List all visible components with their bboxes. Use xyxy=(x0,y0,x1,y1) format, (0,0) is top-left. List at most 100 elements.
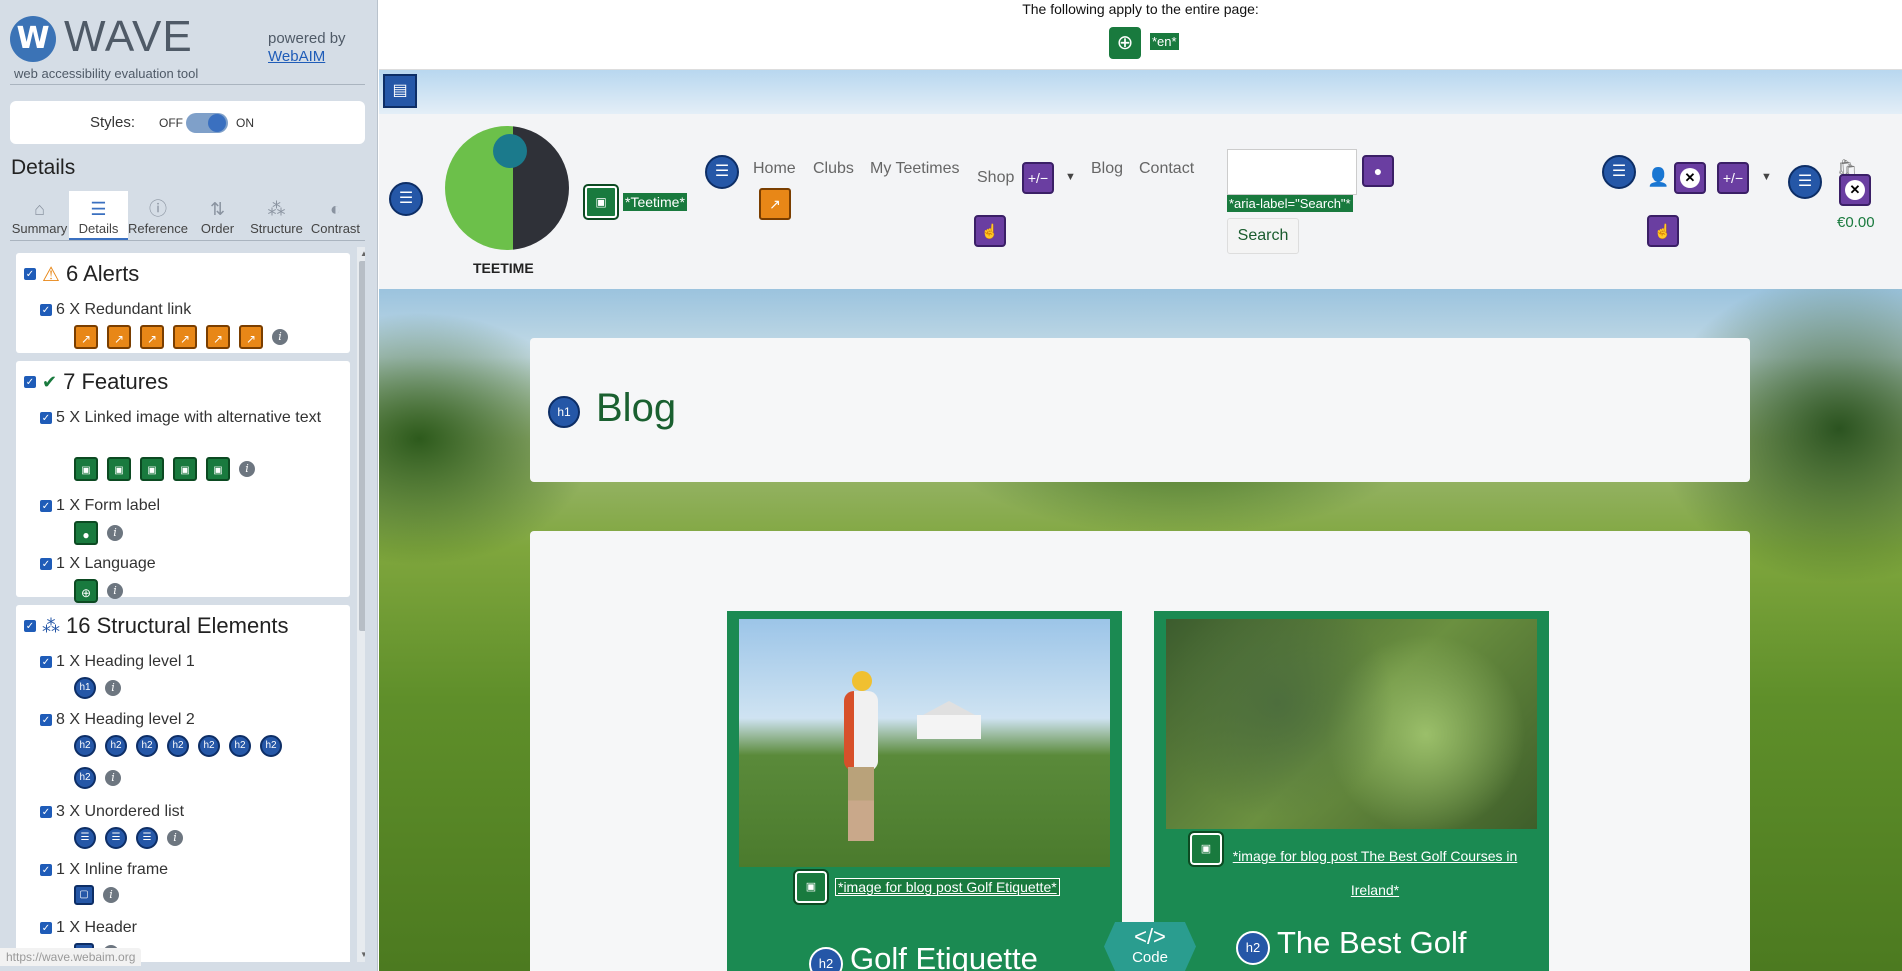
heading-1-icon[interactable]: h1 xyxy=(74,677,96,699)
features-checkbox[interactable]: ✓ xyxy=(24,376,36,388)
linked-image-icon[interactable]: ▣ xyxy=(173,457,197,481)
chevron-down-icon[interactable]: ▼ xyxy=(1065,171,1076,183)
user-icon[interactable]: 👤 xyxy=(1647,167,1669,188)
item-checkbox[interactable]: ✓ xyxy=(40,713,52,726)
cart-total[interactable]: €0.00 xyxy=(1837,214,1875,231)
unordered-list-icon[interactable]: ☰ xyxy=(389,182,423,216)
heading-2-icon[interactable]: h2 xyxy=(74,767,96,789)
scroll-up-arrow[interactable]: ▲ xyxy=(359,249,365,259)
tab-summary[interactable]: ⌂ Summary xyxy=(10,191,69,240)
tab-contrast[interactable]: ◐ Contrast xyxy=(306,191,365,240)
scroll-thumb[interactable] xyxy=(359,261,365,631)
scroll-down-arrow[interactable]: ▼ xyxy=(359,950,365,960)
blog-post-card[interactable]: ▣ *image for blog post Golf Etiquette* h… xyxy=(727,611,1122,971)
details-scrollbar[interactable]: ▲ ▼ xyxy=(357,247,365,962)
unordered-list-icon[interactable]: ☰ xyxy=(74,827,96,849)
info-icon[interactable]: i xyxy=(107,583,123,599)
info-icon[interactable]: i xyxy=(103,887,119,903)
heading-2-icon[interactable]: h2 xyxy=(1236,931,1270,965)
item-checkbox[interactable]: ✓ xyxy=(40,411,52,424)
linked-image-icon[interactable]: ▣ xyxy=(1188,831,1224,867)
redundant-link-icon[interactable]: ↗ xyxy=(206,325,230,349)
post-title[interactable]: The Best Golf xyxy=(1277,925,1467,961)
redundant-link-icon[interactable]: ↗ xyxy=(74,325,98,349)
post-title[interactable]: Golf Etiquette xyxy=(850,941,1038,971)
structure-checkbox[interactable]: ✓ xyxy=(24,620,36,632)
tab-reference[interactable]: ⓘ Reference xyxy=(128,191,188,240)
golfer-image[interactable] xyxy=(739,619,1110,867)
heading-2-icon[interactable]: h2 xyxy=(105,735,127,757)
teetime-logo-icon[interactable] xyxy=(445,126,569,250)
redundant-link-icon[interactable]: ↗ xyxy=(107,325,131,349)
unordered-list-icon[interactable]: ☰ xyxy=(105,827,127,849)
item-checkbox[interactable]: ✓ xyxy=(40,863,52,876)
heading-2-icon[interactable]: h2 xyxy=(136,735,158,757)
heading-2-icon[interactable]: h2 xyxy=(809,947,843,971)
language-globe-icon[interactable]: ⊕ xyxy=(1109,27,1141,59)
heading-2-icon[interactable]: h2 xyxy=(229,735,251,757)
unordered-list-icon[interactable]: ☰ xyxy=(1602,155,1636,189)
linked-image-icon[interactable]: ▣ xyxy=(583,184,619,220)
linked-image-icon[interactable]: ▣ xyxy=(107,457,131,481)
info-icon[interactable]: i xyxy=(107,525,123,541)
redundant-link-icon[interactable]: ↗ xyxy=(239,325,263,349)
error-x-icon[interactable] xyxy=(1839,174,1871,206)
info-icon[interactable]: i xyxy=(105,770,121,786)
globe-icon[interactable]: ⊕ xyxy=(74,579,98,603)
nav-contact[interactable]: Contact xyxy=(1139,160,1194,178)
redundant-link-icon[interactable]: ↗ xyxy=(173,325,197,349)
tab-structure[interactable]: ⁂ Structure xyxy=(247,191,306,240)
nav-blog[interactable]: Blog xyxy=(1091,160,1123,178)
item-checkbox[interactable]: ✓ xyxy=(40,303,52,316)
tag-icon[interactable]: ● xyxy=(74,521,98,545)
aria-icon[interactable]: ☝ xyxy=(974,215,1006,247)
heading-2-icon[interactable]: h2 xyxy=(74,735,96,757)
error-x-icon[interactable] xyxy=(1674,162,1706,194)
tab-order[interactable]: ⇅ Order xyxy=(188,191,247,240)
aria-icon[interactable]: ☝ xyxy=(1647,215,1679,247)
unordered-list-icon[interactable]: ☰ xyxy=(1788,165,1822,199)
nav-my-teetimes[interactable]: My Teetimes xyxy=(870,160,960,178)
item-checkbox[interactable]: ✓ xyxy=(40,499,52,512)
chevron-down-icon[interactable]: ▼ xyxy=(1761,171,1772,183)
linked-image-icon[interactable]: ▣ xyxy=(140,457,164,481)
heading-1-icon[interactable]: h1 xyxy=(548,396,580,428)
code-toggle-button[interactable]: </> Code xyxy=(1104,922,1196,971)
alerts-checkbox[interactable]: ✓ xyxy=(24,268,36,280)
aria-expanded-icon[interactable]: +/− xyxy=(1022,162,1054,194)
blog-post-card[interactable]: ▣ *image for blog post The Best Golf Cou… xyxy=(1154,611,1549,971)
aerial-course-image[interactable] xyxy=(1166,619,1537,829)
blog-content-card xyxy=(530,531,1750,971)
search-button[interactable]: Search xyxy=(1227,218,1299,254)
webaim-link[interactable]: WebAIM xyxy=(268,48,325,65)
unordered-list-icon[interactable]: ☰ xyxy=(705,155,739,189)
header-landmark-icon[interactable]: ▤ xyxy=(383,74,417,108)
nav-home[interactable]: Home xyxy=(753,160,796,178)
info-icon[interactable]: i xyxy=(239,461,255,477)
aria-expanded-icon[interactable]: +/− xyxy=(1717,162,1749,194)
linked-image-icon[interactable]: ▣ xyxy=(206,457,230,481)
item-checkbox[interactable]: ✓ xyxy=(40,557,52,570)
item-checkbox[interactable]: ✓ xyxy=(40,921,52,934)
info-icon[interactable]: i xyxy=(105,680,121,696)
nav-shop[interactable]: Shop xyxy=(977,169,1014,187)
unordered-list-icon[interactable]: ☰ xyxy=(136,827,158,849)
search-input[interactable] xyxy=(1227,149,1357,195)
tab-details[interactable]: ☰ Details xyxy=(69,191,128,240)
nav-clubs[interactable]: Clubs xyxy=(813,160,854,178)
redundant-link-icon[interactable]: ↗ xyxy=(759,188,791,220)
redundant-link-icon[interactable]: ↗ xyxy=(140,325,164,349)
form-label-tag-icon[interactable]: ● xyxy=(1362,155,1394,187)
linked-image-icon[interactable]: ▣ xyxy=(74,457,98,481)
item-checkbox[interactable]: ✓ xyxy=(40,655,52,668)
styles-toggle[interactable] xyxy=(186,113,228,133)
heading-2-icon[interactable]: h2 xyxy=(260,735,282,757)
item-checkbox[interactable]: ✓ xyxy=(40,805,52,818)
info-icon[interactable]: i xyxy=(167,830,183,846)
linked-image-icon[interactable]: ▣ xyxy=(793,869,829,905)
details-list[interactable]: ✓ ⚠ 6 Alerts ✓ 6 X Redundant link ↗ ↗ ↗ ↗… xyxy=(10,247,365,962)
heading-2-icon[interactable]: h2 xyxy=(167,735,189,757)
inline-frame-icon[interactable]: ▢ xyxy=(74,885,94,905)
heading-2-icon[interactable]: h2 xyxy=(198,735,220,757)
info-icon[interactable]: i xyxy=(272,329,288,345)
